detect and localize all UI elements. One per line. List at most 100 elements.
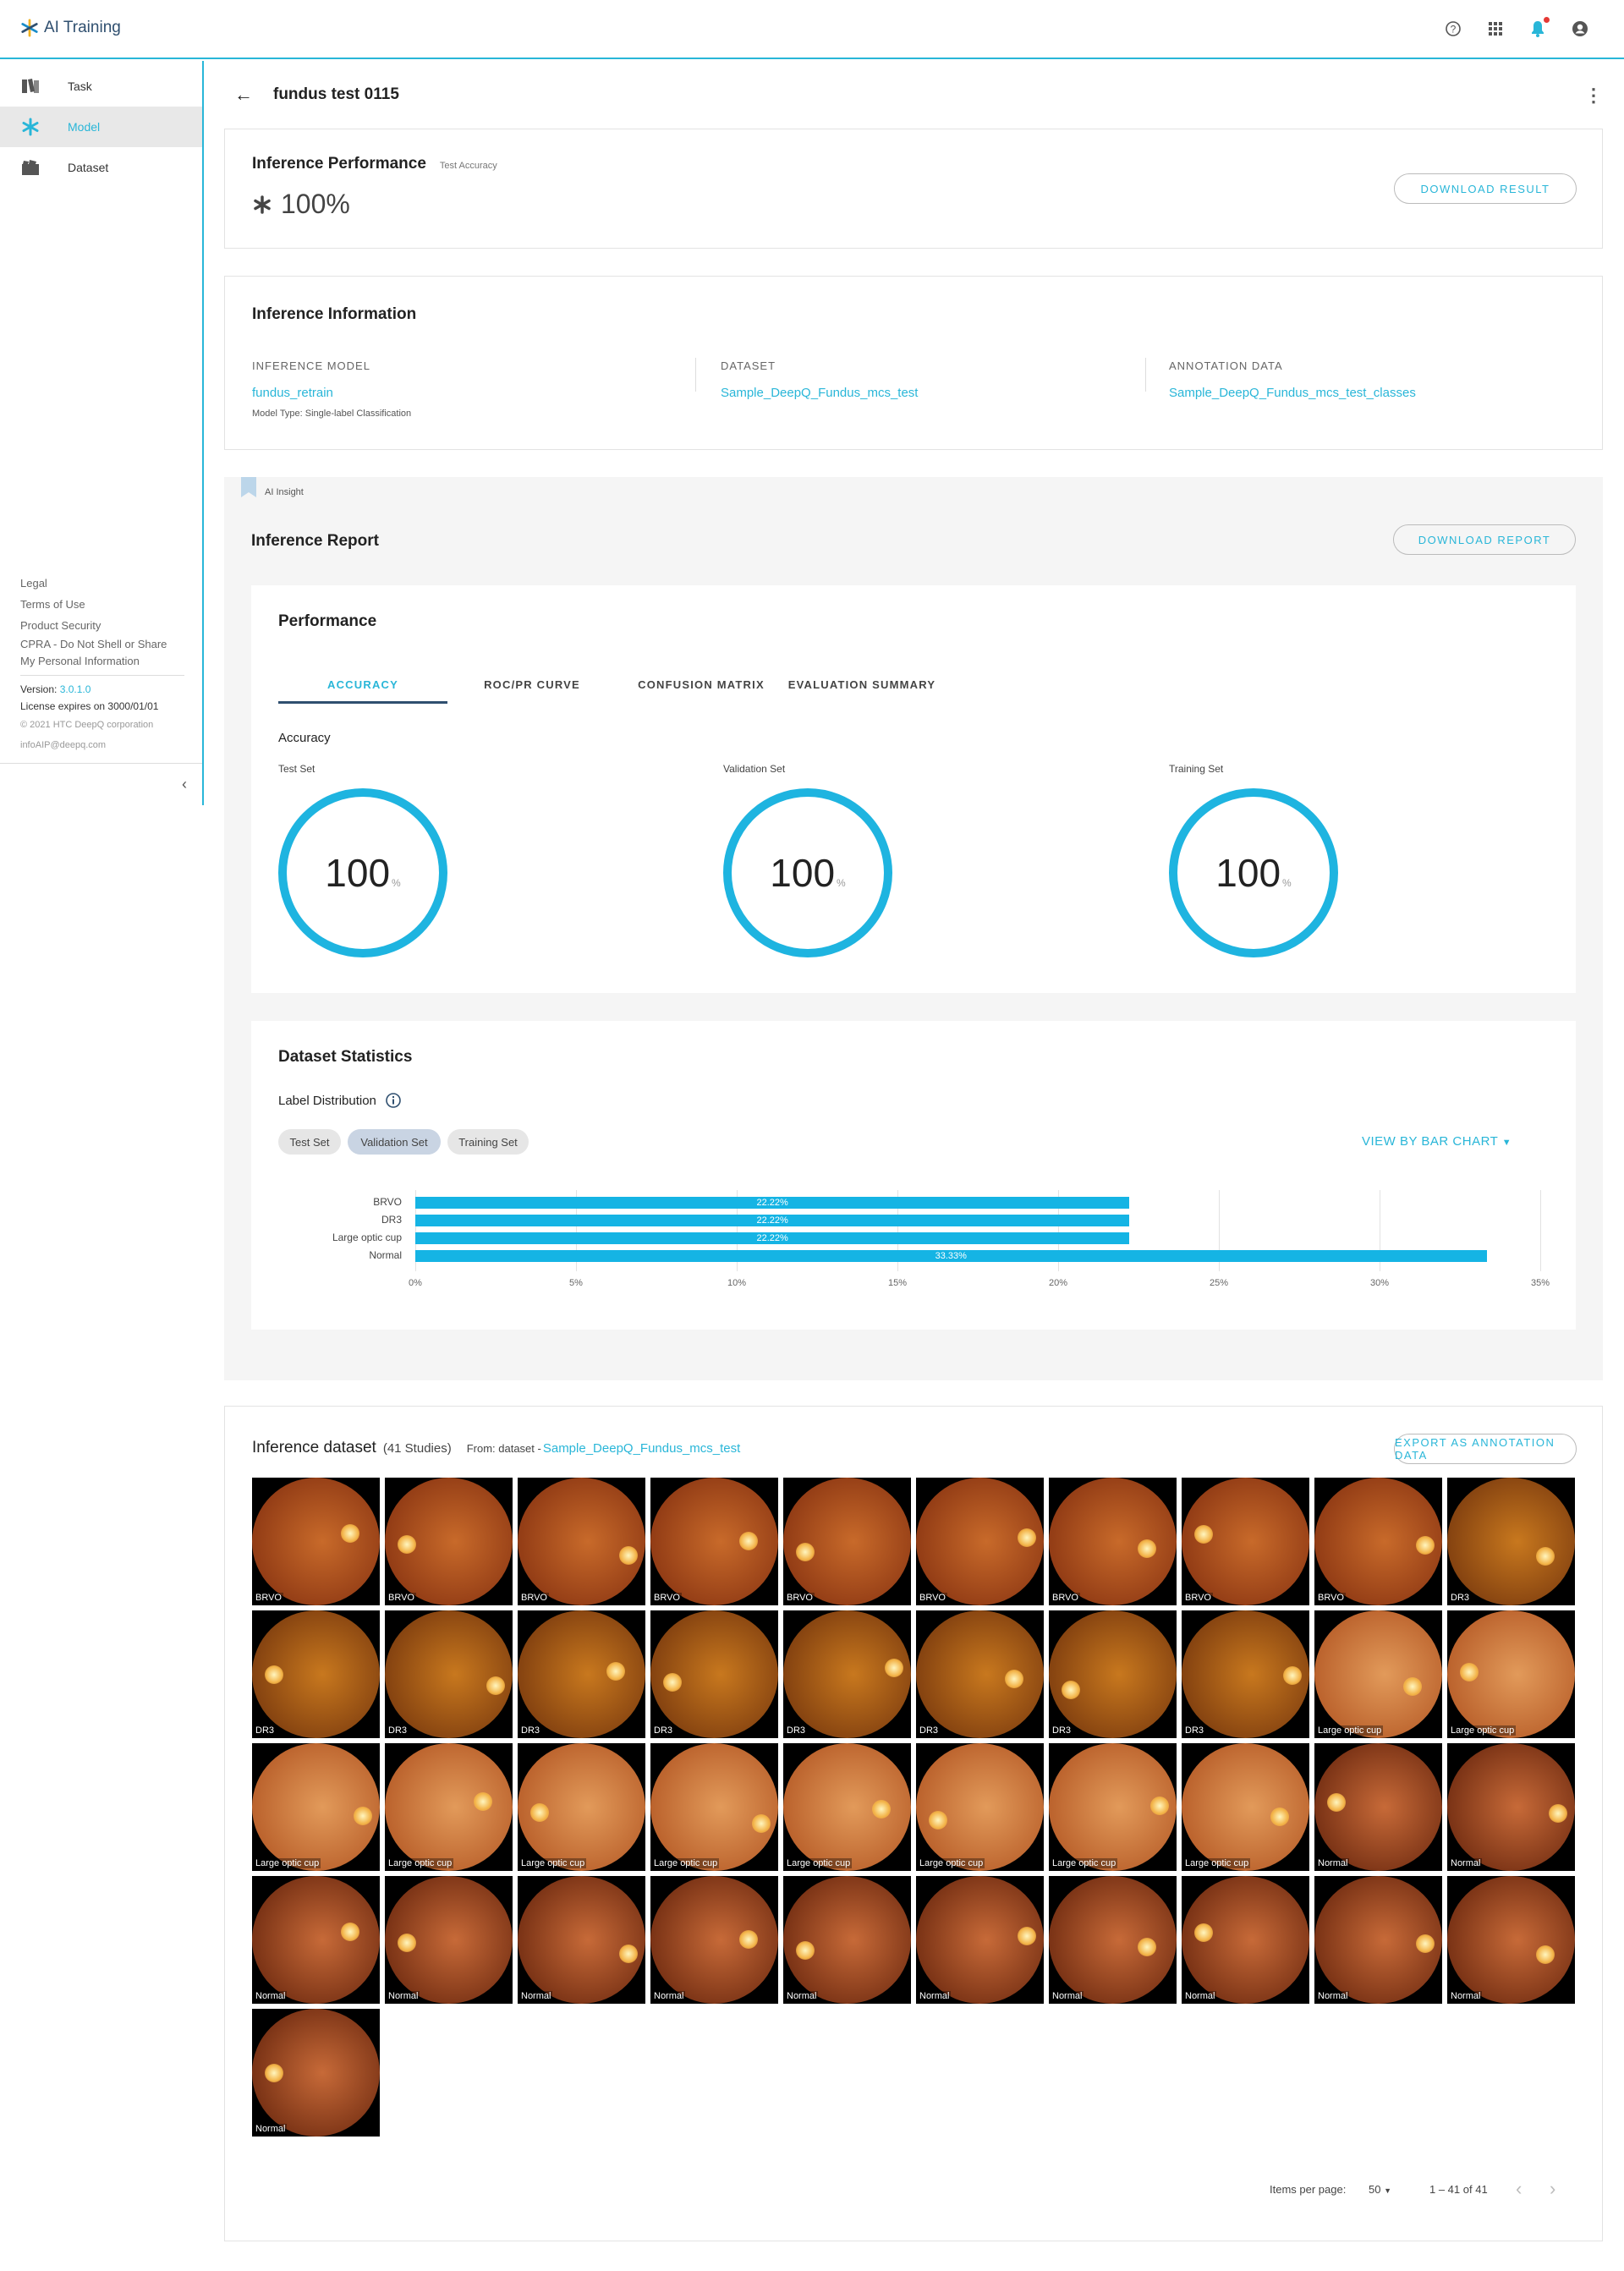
dataset-title: Inference dataset: [252, 1439, 376, 1456]
tab-roc-pr-curve[interactable]: ROC/PR CURVE: [447, 678, 617, 704]
fundus-thumbnail[interactable]: DR3: [1049, 1610, 1177, 1738]
fundus-thumbnail[interactable]: Normal: [1314, 1876, 1442, 2004]
fundus-thumbnail[interactable]: DR3: [385, 1610, 513, 1738]
fundus-thumbnail[interactable]: Normal: [1182, 1876, 1309, 2004]
dataset-link[interactable]: Sample_DeepQ_Fundus_mcs_test: [721, 386, 918, 400]
bar[interactable]: 22.22%: [415, 1197, 1130, 1209]
fundus-thumbnail[interactable]: Normal: [1314, 1743, 1442, 1871]
fundus-thumbnail[interactable]: Normal: [1447, 1743, 1575, 1871]
fundus-thumbnail[interactable]: DR3: [783, 1610, 911, 1738]
fundus-thumbnail[interactable]: BRVO: [1314, 1478, 1442, 1605]
fundus-thumbnail[interactable]: Normal: [518, 1876, 645, 2004]
license-text: License expires on 3000/01/01: [20, 700, 159, 712]
fundus-thumbnail[interactable]: DR3: [518, 1610, 645, 1738]
view-mode-dropdown[interactable]: VIEW BY BAR CHART ▼: [1362, 1134, 1512, 1149]
fundus-thumbnail[interactable]: Normal: [252, 2009, 380, 2137]
sidebar-item-dataset[interactable]: Dataset: [0, 147, 202, 188]
chip-validation-set[interactable]: Validation Set: [348, 1129, 441, 1155]
prev-page-icon[interactable]: ‹: [1516, 2178, 1522, 2200]
model-link[interactable]: fundus_retrain: [252, 386, 411, 400]
fundus-thumbnail[interactable]: BRVO: [1182, 1478, 1309, 1605]
sidebar-item-model[interactable]: Model: [0, 107, 202, 147]
chip-test-set[interactable]: Test Set: [278, 1129, 341, 1155]
fundus-thumbnail[interactable]: DR3: [1182, 1610, 1309, 1738]
terms-link[interactable]: Terms of Use: [20, 594, 184, 615]
annotation-link[interactable]: Sample_DeepQ_Fundus_mcs_test_classes: [1169, 386, 1416, 400]
fundus-thumbnail[interactable]: Normal: [1049, 1876, 1177, 2004]
cpra-link[interactable]: CPRA - Do Not Shell or Share My Personal…: [20, 636, 184, 670]
back-arrow-icon[interactable]: ←: [234, 84, 253, 106]
fundus-thumbnail[interactable]: Large optic cup: [1447, 1610, 1575, 1738]
fundus-thumbnail[interactable]: BRVO: [385, 1478, 513, 1605]
fundus-thumbnail[interactable]: BRVO: [650, 1478, 778, 1605]
optic-disc: [872, 1800, 891, 1818]
thumbnail-label: Large optic cup: [652, 1858, 720, 1868]
fundus-thumbnail[interactable]: DR3: [916, 1610, 1044, 1738]
statistics-title: Dataset Statistics: [278, 1048, 413, 1066]
fundus-thumbnail[interactable]: Normal: [252, 1876, 380, 2004]
optic-disc: [398, 1535, 416, 1554]
app-logo[interactable]: AI Training: [20, 19, 121, 37]
fundus-thumbnail[interactable]: BRVO: [916, 1478, 1044, 1605]
fundus-thumbnail[interactable]: Large optic cup: [518, 1743, 645, 1871]
download-result-button[interactable]: DOWNLOAD RESULT: [1394, 173, 1577, 204]
fundus-thumbnail[interactable]: Large optic cup: [385, 1743, 513, 1871]
items-per-page-select[interactable]: 50 ▼: [1369, 2183, 1391, 2196]
model-label: INFERENCE MODEL: [252, 359, 370, 372]
optic-disc: [1327, 1793, 1346, 1812]
fundus-thumbnail[interactable]: DR3: [1447, 1478, 1575, 1605]
fundus-thumbnail[interactable]: DR3: [252, 1610, 380, 1738]
sidebar-item-label: Model: [68, 120, 101, 134]
thumbnail-label: BRVO: [519, 1593, 549, 1603]
fundus-thumbnail[interactable]: Large optic cup: [252, 1743, 380, 1871]
optic-disc: [663, 1673, 682, 1692]
fundus-thumbnail[interactable]: Large optic cup: [650, 1743, 778, 1871]
bar[interactable]: 33.33%: [415, 1250, 1487, 1262]
thumbnail-label: Normal: [519, 1991, 553, 2001]
fundus-thumbnail[interactable]: Normal: [1447, 1876, 1575, 2004]
bar[interactable]: 22.22%: [415, 1232, 1130, 1244]
download-report-button[interactable]: DOWNLOAD REPORT: [1393, 524, 1576, 555]
bar[interactable]: 22.22%: [415, 1215, 1130, 1226]
fundus-thumbnail[interactable]: Large optic cup: [1049, 1743, 1177, 1871]
fundus-thumbnail[interactable]: DR3: [650, 1610, 778, 1738]
page-header: ← fundus test 0115 ⋮: [224, 61, 1603, 129]
fundus-thumbnail[interactable]: Large optic cup: [783, 1743, 911, 1871]
report-section: AI Insight Inference Report DOWNLOAD REP…: [224, 477, 1603, 1380]
apps-grid-icon[interactable]: [1485, 19, 1506, 39]
fundus-thumbnail[interactable]: BRVO: [783, 1478, 911, 1605]
source-link[interactable]: Sample_DeepQ_Fundus_mcs_test: [543, 1441, 740, 1456]
fundus-thumbnail[interactable]: Normal: [783, 1876, 911, 2004]
chip-training-set[interactable]: Training Set: [447, 1129, 529, 1155]
fundus-thumbnail[interactable]: Normal: [385, 1876, 513, 2004]
tab-evaluation-summary[interactable]: EVALUATION SUMMARY: [786, 678, 938, 704]
tab-confusion-matrix[interactable]: CONFUSION MATRIX: [617, 678, 786, 704]
optic-disc: [885, 1659, 903, 1677]
account-icon[interactable]: [1570, 19, 1590, 39]
tab-accuracy[interactable]: ACCURACY: [278, 678, 447, 704]
help-icon[interactable]: ?: [1443, 19, 1463, 39]
thumbnail-label: BRVO: [785, 1593, 815, 1603]
fundus-thumbnail[interactable]: Normal: [916, 1876, 1044, 2004]
logo-icon: [21, 19, 38, 37]
fundus-thumbnail[interactable]: Large optic cup: [916, 1743, 1044, 1871]
notification-bell-icon[interactable]: [1528, 17, 1550, 39]
security-link[interactable]: Product Security: [20, 615, 184, 636]
fundus-thumbnail[interactable]: BRVO: [518, 1478, 645, 1605]
export-annotation-button[interactable]: EXPORT AS ANNOTATION DATA: [1394, 1434, 1577, 1464]
optic-disc: [619, 1945, 638, 1963]
fundus-image: [650, 1478, 778, 1605]
more-vert-icon[interactable]: ⋮: [1584, 85, 1603, 107]
fundus-thumbnail[interactable]: BRVO: [252, 1478, 380, 1605]
next-page-icon[interactable]: ›: [1550, 2178, 1555, 2200]
fundus-thumbnail[interactable]: Large optic cup: [1182, 1743, 1309, 1871]
legal-link[interactable]: Legal: [20, 573, 184, 594]
sidebar-item-task[interactable]: Task: [0, 66, 202, 107]
fundus-thumbnail[interactable]: Normal: [650, 1876, 778, 2004]
fundus-thumbnail[interactable]: BRVO: [1049, 1478, 1177, 1605]
collapse-sidebar-button[interactable]: ‹: [0, 763, 202, 805]
fundus-thumbnail[interactable]: Large optic cup: [1314, 1610, 1442, 1738]
optic-disc: [341, 1923, 359, 1941]
info-icon[interactable]: [385, 1092, 402, 1109]
fundus-image: [1049, 1876, 1177, 2004]
